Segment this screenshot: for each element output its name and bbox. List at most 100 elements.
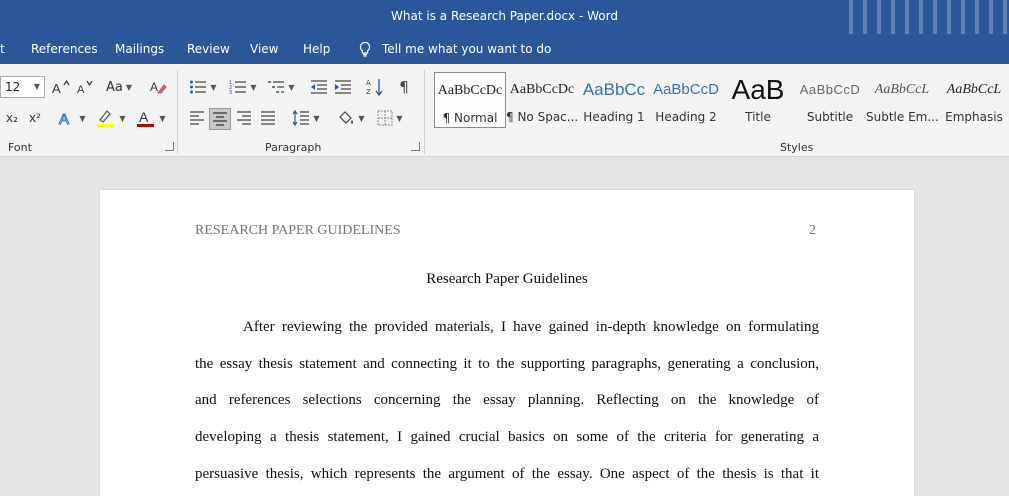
title-bar: What is a Research Paper.docx - Word	[0, 0, 1009, 34]
svg-text:A: A	[150, 80, 158, 94]
chevron-down-icon: ▼	[79, 113, 86, 123]
increase-indent-icon	[335, 80, 351, 94]
group-divider	[424, 70, 425, 154]
svg-text:A: A	[366, 79, 371, 87]
multilevel-list-button[interactable]: ▼	[264, 77, 298, 97]
style-subtle-emphasis[interactable]: AaBbCcL Subtle Em...	[866, 72, 938, 128]
show-formatting-marks-button[interactable]: ¶	[394, 76, 414, 98]
page-number: 2	[809, 223, 816, 238]
font-size-box[interactable]: 12 ▼	[0, 76, 45, 98]
shading-button[interactable]: ▼	[334, 108, 368, 128]
style-name: Heading 1	[583, 110, 645, 124]
style-preview: AaBbCcD	[653, 81, 719, 98]
text-effects-icon: A	[59, 111, 70, 128]
svg-text:A: A	[59, 111, 69, 127]
superscript-button[interactable]: x²	[25, 108, 45, 128]
document-area[interactable]: RESEARCH PAPER GUIDELINES 2 Research Pap…	[0, 157, 1009, 496]
shrink-font-button[interactable]: A	[77, 78, 95, 96]
justify-button[interactable]	[257, 108, 279, 128]
tab-help[interactable]: Help	[303, 42, 330, 56]
title-bar-pattern	[849, 0, 1009, 34]
style-name: Emphasis	[945, 110, 1003, 124]
sort-icon: AZ	[366, 79, 383, 97]
tell-me-box[interactable]: Tell me what you want to do	[357, 41, 551, 57]
style-preview: AaB	[731, 74, 785, 105]
style-heading-2[interactable]: AaBbCcD Heading 2	[650, 72, 722, 128]
numbering-button[interactable]: 123 ▼	[226, 77, 260, 97]
borders-button[interactable]: ▼	[373, 108, 407, 128]
borders-icon	[377, 110, 393, 126]
paragraph-dialog-launcher-icon[interactable]	[411, 142, 420, 151]
align-center-button[interactable]	[209, 108, 231, 130]
body-text-line: the essay thesis statement and connectin…	[195, 356, 819, 372]
change-case-label: Aa	[105, 79, 123, 95]
style-name: Heading 2	[655, 110, 717, 124]
multilevel-list-icon	[268, 81, 285, 93]
paint-bucket-icon	[339, 111, 354, 124]
bullets-button[interactable]: ▼	[186, 77, 220, 97]
align-center-icon	[213, 112, 227, 126]
style-preview: AaBbCcL	[946, 82, 1002, 97]
tab-mailings[interactable]: Mailings	[115, 42, 164, 56]
text-effects-button[interactable]: A ▼	[56, 107, 88, 129]
grow-font-button[interactable]: A	[52, 78, 70, 96]
style-title[interactable]: AaB Title	[722, 72, 794, 128]
styles-group-label: Styles	[780, 141, 814, 154]
highlighter-icon	[97, 110, 115, 127]
change-case-button[interactable]: Aa ▼	[104, 77, 134, 97]
sort-button[interactable]: AZ	[364, 76, 386, 98]
style-no-spacing[interactable]: AaBbCcDc ¶ No Spac...	[506, 72, 578, 128]
clear-formatting-button[interactable]: A	[148, 77, 168, 97]
svg-text:3: 3	[229, 90, 232, 95]
bullets-icon	[190, 80, 207, 94]
body-text-line: developing a thesis statement, I gained …	[195, 429, 819, 445]
paragraph-group-label: Paragraph	[265, 141, 322, 154]
chevron-down-icon: ▼	[33, 82, 40, 91]
chevron-down-icon: ▼	[313, 113, 320, 123]
style-emphasis[interactable]: AaBbCcL Emphasis	[938, 72, 1009, 128]
tab-layout[interactable]: t	[0, 42, 5, 56]
chevron-down-icon: ▼	[288, 82, 295, 92]
tab-references[interactable]: References	[31, 42, 98, 56]
style-normal[interactable]: AaBbCcDc ¶ Normal	[434, 72, 506, 128]
align-right-button[interactable]	[233, 108, 255, 128]
ribbon: 12 ▼ A A Aa ▼ A x₂ x² A ▼ ▼ A ▼ Font ▼ 1…	[0, 64, 1009, 157]
pilcrow-label: ¶	[399, 78, 409, 96]
font-color-button[interactable]: A ▼	[134, 107, 168, 129]
font-dialog-launcher-icon[interactable]	[165, 142, 174, 151]
increase-indent-button[interactable]	[332, 77, 354, 97]
clear-formatting-icon: A	[150, 80, 167, 94]
align-left-button[interactable]	[186, 108, 208, 128]
document-page[interactable]: RESEARCH PAPER GUIDELINES 2 Research Pap…	[100, 190, 914, 496]
svg-text:A: A	[139, 109, 149, 125]
chevron-down-icon: ▼	[210, 82, 217, 92]
svg-text:Z: Z	[366, 88, 371, 96]
style-preview: AaBbCcD	[799, 82, 861, 97]
highlight-color-button[interactable]: ▼	[94, 107, 128, 129]
highlight-color-swatch	[97, 124, 115, 127]
chevron-down-icon: ▼	[396, 113, 403, 123]
line-spacing-button[interactable]: ▼	[289, 108, 323, 128]
tab-view[interactable]: View	[250, 42, 278, 56]
justify-icon	[261, 111, 275, 125]
style-name: ¶ Normal	[442, 111, 498, 125]
font-group-label: Font	[8, 141, 32, 154]
lightbulb-icon	[359, 41, 371, 57]
style-name: Title	[745, 110, 771, 124]
style-preview: AaBbCcL	[874, 82, 930, 97]
style-heading-1[interactable]: AaBbCc Heading 1	[578, 72, 650, 128]
style-name: Subtle Em...	[866, 110, 938, 124]
body-text-line: persuasive thesis, which represents the …	[195, 466, 819, 482]
running-head: RESEARCH PAPER GUIDELINES	[195, 223, 401, 238]
tab-review[interactable]: Review	[187, 42, 230, 56]
body-text-line: and references selections concerning the…	[195, 392, 819, 408]
font-color-icon: A	[137, 109, 155, 127]
numbering-icon: 123	[229, 80, 247, 95]
chevron-down-icon: ▼	[358, 113, 365, 123]
line-spacing-icon	[292, 110, 310, 126]
subscript-button[interactable]: x₂	[2, 108, 22, 128]
decrease-indent-icon	[311, 80, 327, 94]
document-title: Research Paper Guidelines	[426, 271, 588, 287]
decrease-indent-button[interactable]	[308, 77, 330, 97]
style-subtitle[interactable]: AaBbCcD Subtitle	[794, 72, 866, 128]
